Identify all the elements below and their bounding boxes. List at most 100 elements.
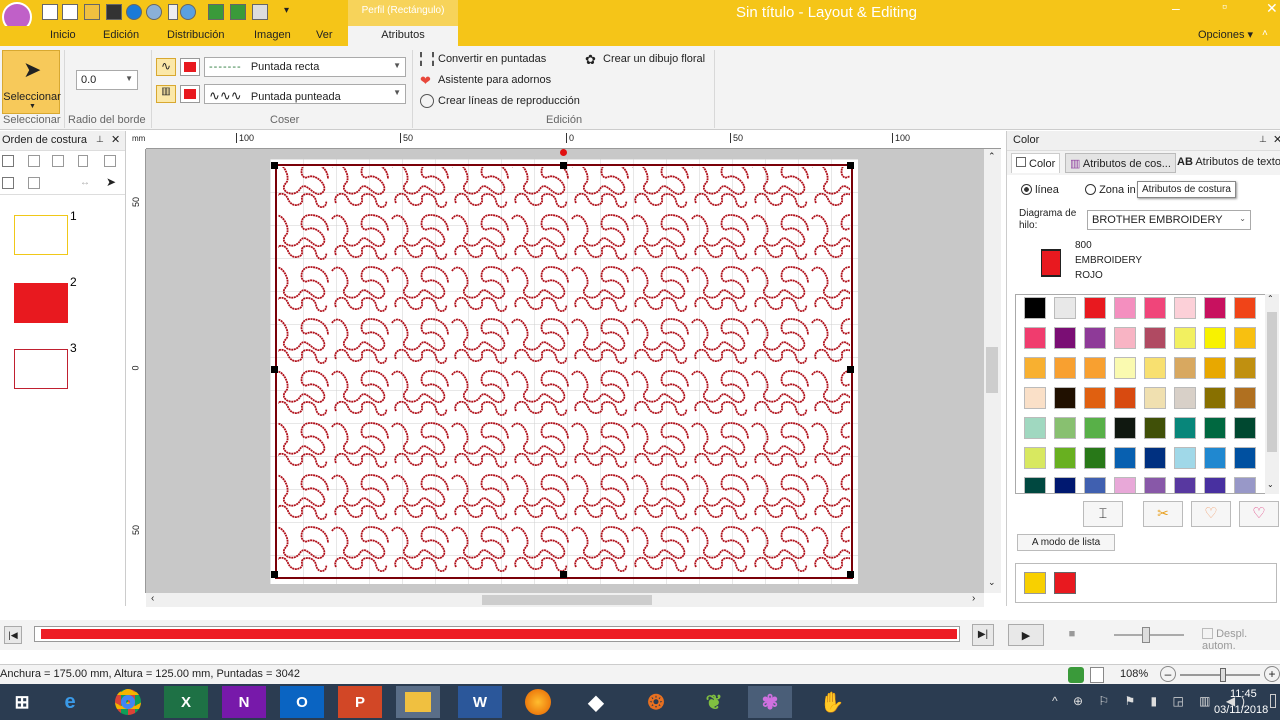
radius-combo[interactable]: 0.0 ▼ [76, 70, 138, 90]
tab-inicio[interactable]: Inicio [50, 29, 76, 41]
color-swatch[interactable] [1084, 297, 1106, 319]
color-swatch[interactable] [1234, 447, 1256, 469]
decoration-wizard-button[interactable]: ❤ Asistente para adornos [420, 73, 551, 88]
move-front-icon[interactable] [2, 177, 14, 189]
transfer-icon[interactable] [126, 4, 142, 20]
stop-button[interactable]: ■ [1054, 624, 1090, 646]
tab-distribucion[interactable]: Distribución [167, 29, 224, 41]
color-swatch[interactable] [1144, 297, 1166, 319]
region-color-button[interactable] [180, 85, 200, 103]
web-icon[interactable] [180, 4, 196, 20]
color-swatch[interactable] [1084, 447, 1106, 469]
color-swatch[interactable] [1084, 327, 1106, 349]
color-swatch[interactable] [1114, 357, 1136, 379]
resize-handle[interactable] [847, 162, 854, 169]
color-swatch[interactable] [1114, 447, 1136, 469]
frame-icon[interactable] [104, 155, 116, 167]
color-swatch[interactable] [1024, 447, 1046, 469]
customize-icon[interactable]: ▾ [284, 5, 289, 16]
stitch-track[interactable] [34, 626, 960, 642]
spool-button[interactable]: ⌶ [1083, 501, 1123, 527]
word-icon[interactable]: W [458, 686, 502, 718]
color-swatch[interactable] [1024, 297, 1046, 319]
lock-icon[interactable] [78, 155, 88, 167]
move-back-icon[interactable] [28, 177, 40, 189]
group-icon[interactable] [28, 155, 40, 167]
pin-icon[interactable]: ⊥ [1259, 134, 1267, 145]
region-sew-toggle-icon[interactable]: ▥ [156, 85, 176, 103]
app-glove-icon[interactable]: ✋ [810, 686, 854, 718]
color-swatch[interactable] [1114, 327, 1136, 349]
scroll-up-icon[interactable]: ⌃ [1267, 294, 1274, 303]
color-swatch[interactable] [1204, 417, 1226, 439]
redo-icon[interactable] [230, 4, 246, 20]
close-icon[interactable]: ✕ [1273, 133, 1280, 146]
color-swatch[interactable] [1204, 477, 1226, 493]
outlook-icon[interactable]: O [280, 686, 324, 718]
color-swatch[interactable] [1174, 327, 1196, 349]
color-swatch[interactable] [1054, 357, 1076, 379]
color-swatch[interactable] [1174, 417, 1196, 439]
echo-lines-button[interactable]: Crear líneas de reproducción [420, 94, 580, 108]
clock-time[interactable]: 11:45 [1230, 688, 1257, 700]
list-mode-button[interactable]: A modo de lista [1017, 534, 1115, 551]
design-canvas[interactable] [146, 149, 984, 593]
resize-handle[interactable] [271, 162, 278, 169]
color-swatch[interactable] [1024, 387, 1046, 409]
color-swatch[interactable] [1234, 387, 1256, 409]
color-swatch[interactable] [1114, 477, 1136, 493]
firefox-icon[interactable] [516, 686, 560, 718]
tab-atributos[interactable]: Atributos [348, 26, 458, 46]
color-swatch[interactable] [1084, 387, 1106, 409]
color-swatch[interactable] [1174, 357, 1196, 379]
zoom-out-icon[interactable]: – [1160, 666, 1176, 682]
pointer-icon[interactable]: ➤ [106, 175, 116, 189]
onenote-icon[interactable]: N [222, 686, 266, 718]
resize-handle[interactable] [847, 366, 854, 373]
rotate-handle[interactable] [560, 149, 567, 156]
sort-icon[interactable] [2, 155, 14, 167]
sew-item-1[interactable] [14, 215, 68, 255]
tab-ver[interactable]: Ver [316, 29, 333, 41]
color-swatch[interactable] [1144, 357, 1166, 379]
color-swatch[interactable] [1174, 297, 1196, 319]
notifications-icon[interactable] [1270, 694, 1276, 708]
stitch-line-combo[interactable]: ------- Puntada recta ▼ [204, 57, 406, 77]
color-swatch[interactable] [1114, 417, 1136, 439]
color-swatch[interactable] [1084, 477, 1106, 493]
color-swatch[interactable] [1144, 417, 1166, 439]
stitch-region-combo[interactable]: ∿∿∿ Puntada punteada ▼ [204, 84, 406, 104]
color-swatch[interactable] [1204, 357, 1226, 379]
color-swatch[interactable] [1144, 447, 1166, 469]
first-stitch-button[interactable]: |◀ [4, 626, 22, 644]
color-swatch[interactable] [1234, 477, 1256, 493]
color-swatch[interactable] [1114, 387, 1136, 409]
chrome-icon[interactable] [106, 686, 150, 718]
edge-icon[interactable]: e [48, 686, 92, 718]
line-sew-toggle-icon[interactable]: ∿ [156, 58, 176, 76]
dropdown-icon[interactable] [168, 4, 178, 20]
color-swatch[interactable] [1054, 447, 1076, 469]
color-swatch[interactable] [1234, 297, 1256, 319]
scroll-right-icon[interactable]: › [972, 593, 975, 604]
last-stitch-button[interactable]: ▶| [972, 624, 994, 646]
used-color-2[interactable] [1054, 572, 1076, 594]
color-swatch[interactable] [1204, 447, 1226, 469]
color-swatch[interactable] [1054, 387, 1076, 409]
sew-item-2[interactable] [14, 283, 68, 323]
thread-chart-select[interactable]: BROTHER EMBROIDERY ⌄ [1087, 210, 1251, 230]
color-swatch[interactable] [1174, 447, 1196, 469]
heart-button[interactable]: ♡ [1191, 501, 1231, 527]
scroll-down-icon[interactable]: ⌄ [1267, 480, 1274, 489]
stipple-design[interactable] [270, 159, 858, 584]
color-swatch[interactable] [1084, 357, 1106, 379]
color-swatch[interactable] [1234, 417, 1256, 439]
color-swatch[interactable] [1204, 297, 1226, 319]
color-swatch[interactable] [1204, 327, 1226, 349]
color-swatch[interactable] [1024, 417, 1046, 439]
zoom-thumb[interactable] [1220, 668, 1226, 682]
pin-icon[interactable]: ⊥ [96, 134, 104, 145]
options-menu[interactable]: Opciones ▾ [1198, 28, 1253, 41]
app-swirl-icon[interactable]: ❂ [634, 686, 678, 718]
scroll-up-icon[interactable]: ⌃ [988, 151, 996, 162]
